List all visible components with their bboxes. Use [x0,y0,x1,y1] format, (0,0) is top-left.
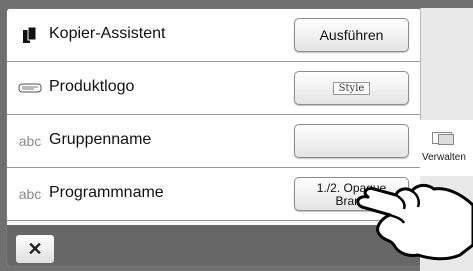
row-label: Programmname [49,184,164,201]
program-name-button[interactable]: 1./2. Opaque Brand [294,177,409,211]
group-name-button[interactable] [294,124,409,158]
close-icon: ✕ [27,238,43,259]
manage-icon [432,132,454,145]
side-panel-top [420,8,473,120]
execute-button[interactable]: Ausführen [294,18,409,52]
row-group-name: abc Gruppenname [7,115,421,168]
row-product-logo: Produktlogo Style [7,62,421,115]
row-copy-assistant: Kopier-Assistent Ausführen [7,9,421,62]
close-button[interactable]: ✕ [15,234,55,264]
row-program-name: abc Programmname 1./2. Opaque Brand [7,168,421,221]
abc-text-icon: abc [18,186,42,202]
style-button[interactable]: Style [294,71,409,105]
copy-assistant-icon [17,27,43,43]
abc-text-icon: abc [18,133,42,149]
manage-label: Verwalten [422,152,466,163]
side-panel-bottom [420,176,473,271]
product-logo-icon [17,80,43,96]
program-name-line1: 1./2. Opaque [316,180,387,195]
program-name-line2: Brand [335,193,368,208]
row-label: Produktlogo [49,78,135,95]
manage-button[interactable]: Verwalten [420,120,473,176]
settings-panel: Kopier-Assistent Ausführen Produktlogo S… [6,8,422,267]
style-label: Style [332,81,371,95]
row-label: Kopier-Assistent [49,25,166,42]
footer-bar: ✕ [7,225,421,266]
row-label: Gruppenname [49,131,152,148]
